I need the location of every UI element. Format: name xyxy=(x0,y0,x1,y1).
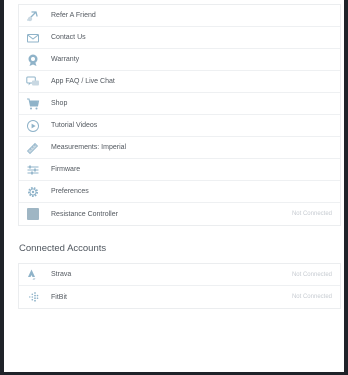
fitbit-icon xyxy=(26,290,40,304)
envelope-icon xyxy=(26,31,40,45)
settings-list: Refer A Friend Contact Us Warranty App F… xyxy=(18,4,341,226)
strava-row[interactable]: Strava Not Connected xyxy=(19,264,340,286)
ruler-icon xyxy=(26,141,40,155)
fitbit-row[interactable]: FitBit Not Connected xyxy=(19,286,340,308)
tutorial-videos-row[interactable]: Tutorial Videos xyxy=(19,115,340,137)
tutorial-videos-label: Tutorial Videos xyxy=(51,122,98,129)
resistance-controller-icon xyxy=(26,207,40,221)
app-faq-row[interactable]: App FAQ / Live Chat xyxy=(19,71,340,93)
warranty-row[interactable]: Warranty xyxy=(19,49,340,71)
resistance-controller-status: Not Connected xyxy=(291,211,332,217)
strava-icon xyxy=(26,268,40,282)
warranty-badge-icon xyxy=(26,53,40,67)
warranty-label: Warranty xyxy=(51,56,80,63)
preferences-row[interactable]: Preferences xyxy=(19,181,340,203)
preferences-label: Preferences xyxy=(51,188,89,195)
gear-icon xyxy=(26,185,40,199)
play-circle-icon xyxy=(26,119,40,133)
measurements-row[interactable]: Measurements: Imperial xyxy=(19,137,340,159)
settings-screen: Refer A Friend Contact Us Warranty App F… xyxy=(4,0,344,372)
strava-label: Strava xyxy=(51,271,72,278)
measurements-label: Measurements: Imperial xyxy=(51,144,127,151)
refer-a-friend-row[interactable]: Refer A Friend xyxy=(19,5,340,27)
firmware-label: Firmware xyxy=(51,166,81,173)
resistance-controller-row[interactable]: Resistance Controller Not Connected xyxy=(19,203,340,225)
shop-label: Shop xyxy=(51,100,68,107)
connected-accounts-title: Connected Accounts xyxy=(19,243,107,254)
contact-us-row[interactable]: Contact Us xyxy=(19,27,340,49)
cart-icon xyxy=(26,97,40,111)
app-faq-label: App FAQ / Live Chat xyxy=(51,78,115,85)
shop-row[interactable]: Shop xyxy=(19,93,340,115)
referral-icon xyxy=(26,9,40,23)
fitbit-label: FitBit xyxy=(51,293,67,301)
chat-bubbles-icon xyxy=(26,75,40,89)
firmware-row[interactable]: Firmware xyxy=(19,159,340,181)
firmware-icon xyxy=(26,163,40,177)
connected-accounts-list: Strava Not Connected FitBit Not Connecte… xyxy=(18,263,341,309)
refer-a-friend-label: Refer A Friend xyxy=(51,12,96,19)
resistance-controller-label: Resistance Controller xyxy=(51,210,118,218)
strava-status: Not Connected xyxy=(291,271,332,278)
fitbit-status: Not Connected xyxy=(291,294,332,300)
contact-us-label: Contact Us xyxy=(51,34,86,41)
